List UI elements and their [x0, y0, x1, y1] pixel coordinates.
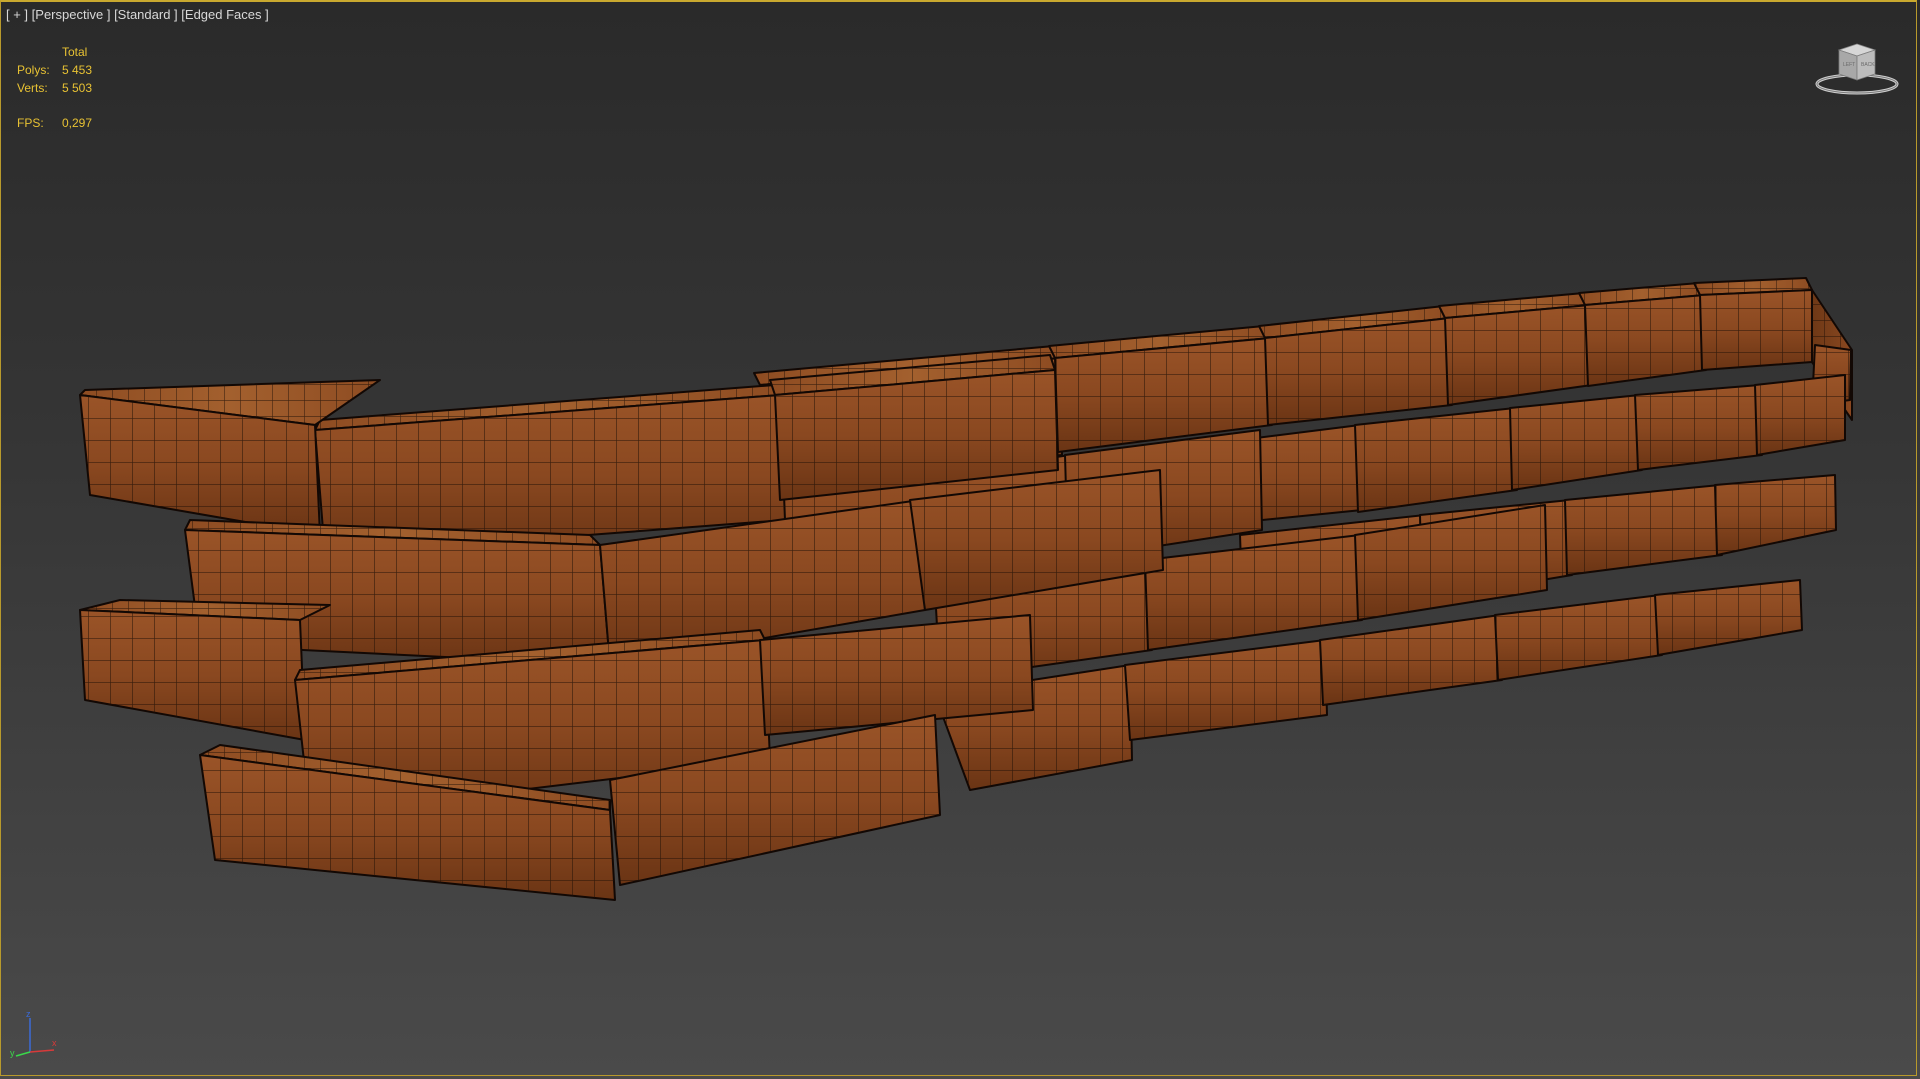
brick-front-face-wireframe	[1445, 305, 1592, 405]
axis-z-label: z	[26, 1010, 31, 1019]
axis-tripod-icon: z x y	[10, 1010, 57, 1058]
axis-x-label: x	[52, 1038, 57, 1048]
brick-wall[interactable]	[79, 277, 1853, 901]
brick-wall-model[interactable]	[0, 0, 1920, 1079]
brick-front-face-wireframe	[1355, 408, 1517, 512]
brick-front-face-wireframe	[1125, 640, 1327, 740]
brick-front-face-wireframe	[1585, 295, 1706, 386]
brick-front-face-wireframe	[1700, 290, 1812, 370]
brick-front-face-wireframe	[1495, 595, 1662, 680]
brick-front-face-wireframe	[1510, 395, 1642, 490]
brick-front-face-wireframe	[1320, 615, 1502, 705]
brick-front-face-wireframe	[1635, 385, 1762, 470]
axis-y-label: y	[10, 1048, 15, 1058]
brick-front-face-wireframe	[1565, 485, 1722, 575]
brick-front-face-wireframe	[1145, 535, 1362, 650]
